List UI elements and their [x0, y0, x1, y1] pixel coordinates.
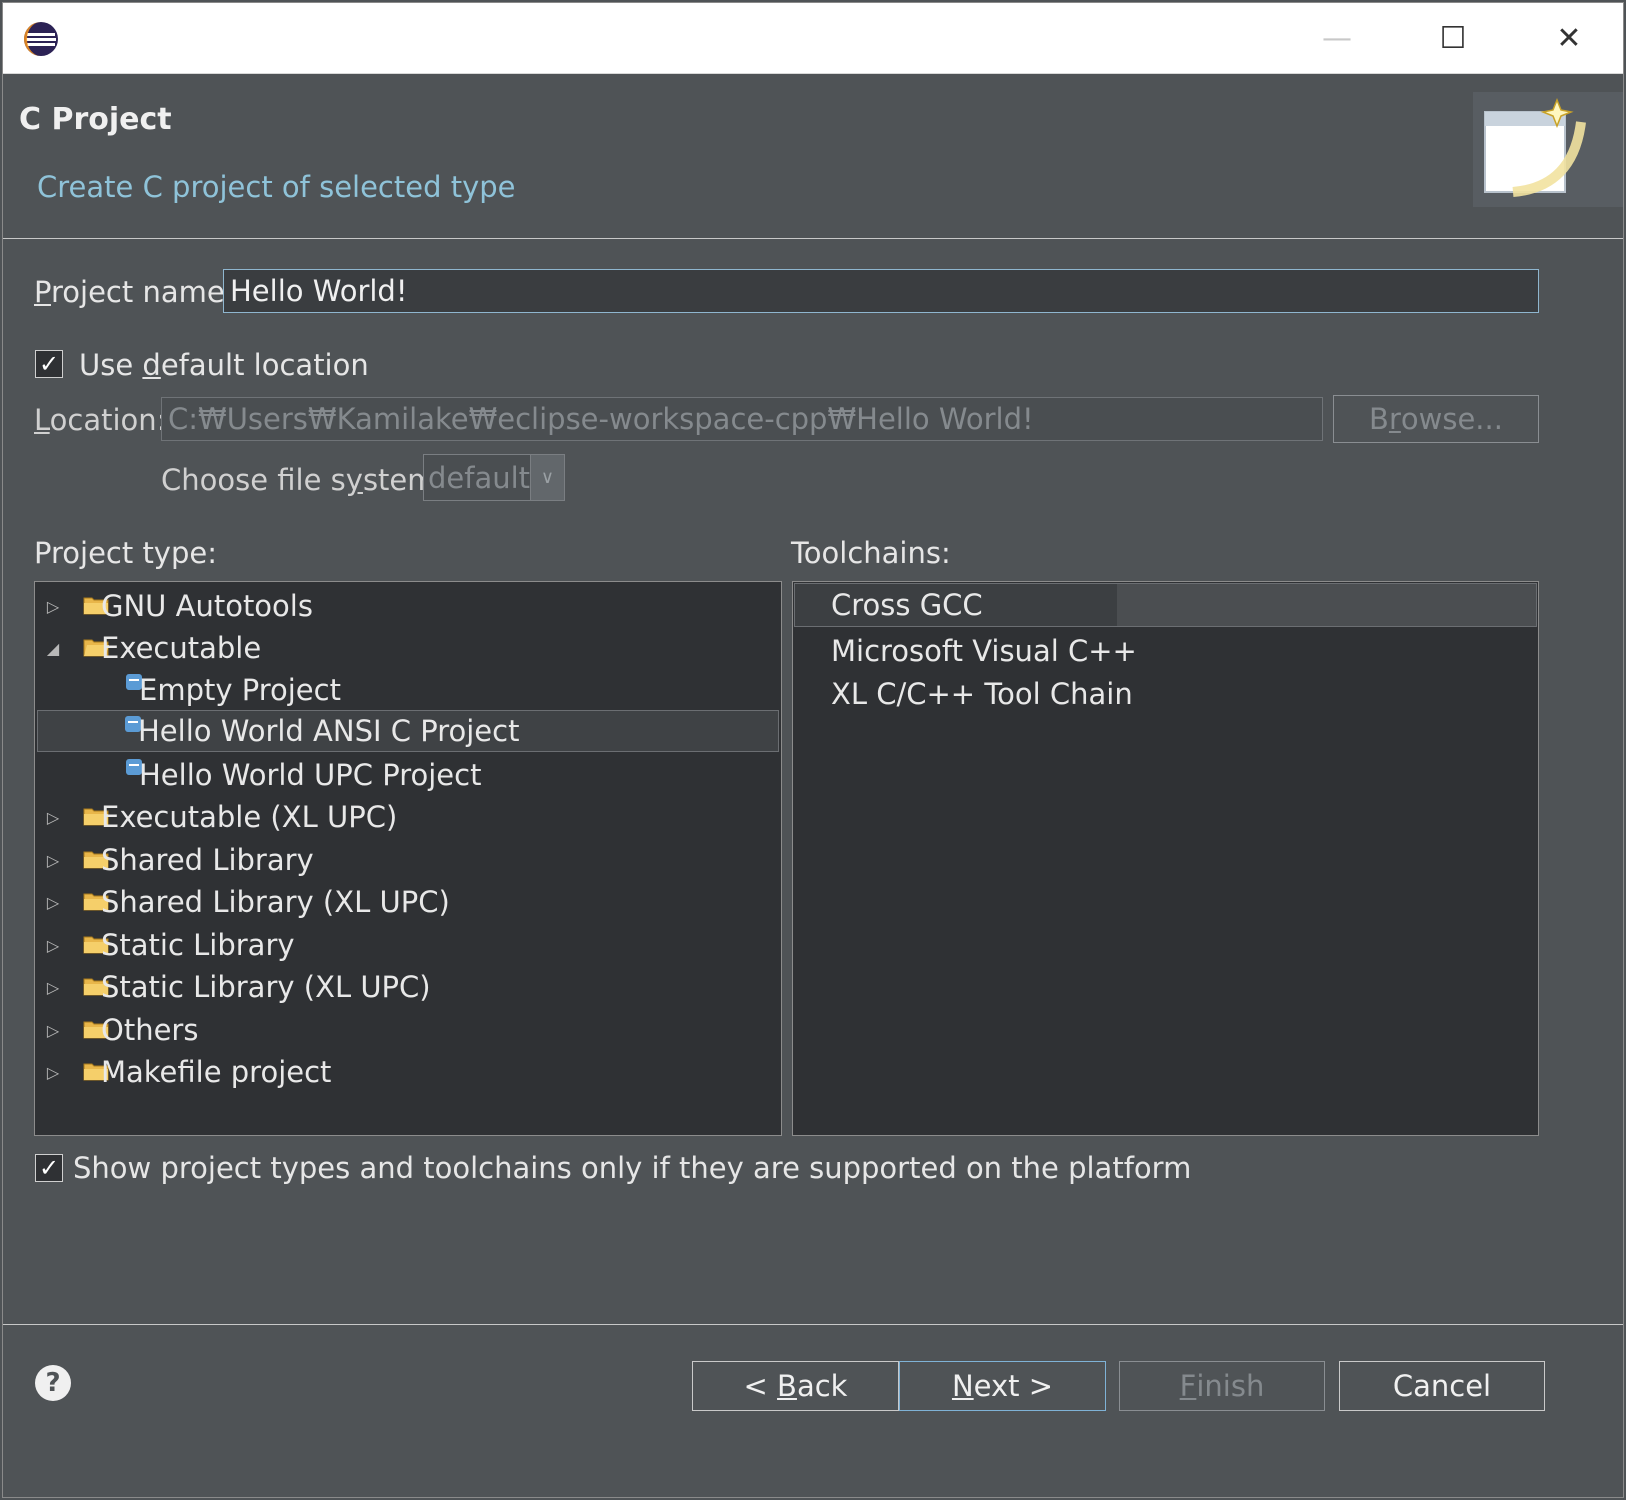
collapse-arrow-icon: ◢ [46, 638, 60, 658]
project-name-value: Hello World! [230, 274, 408, 308]
close-icon: ✕ [1556, 20, 1582, 56]
file-system-label: Choose file system: [161, 463, 446, 497]
expand-arrow-icon: ▷ [46, 807, 60, 827]
project-type-tree[interactable]: ▷ GNU Autotools ◢ Executable Empty Proje… [34, 581, 782, 1136]
use-default-location-label: Use default location [79, 348, 369, 382]
expand-arrow-icon: ▷ [46, 892, 60, 912]
toolchain-item-cross-gcc[interactable]: Cross GCC [794, 583, 1537, 627]
dialog-window: — ☐ ✕ C Project Create C project of sele… [2, 2, 1624, 1498]
tree-item-gnu-autotools[interactable]: ▷ GNU Autotools [35, 585, 781, 627]
wizard-banner-icon [1473, 92, 1623, 207]
wizard-header: C Project Create C project of selected t… [3, 74, 1623, 248]
expand-arrow-icon: ▷ [46, 1020, 60, 1040]
cancel-button[interactable]: Cancel [1339, 1361, 1545, 1411]
file-system-select[interactable]: default ∨ [423, 454, 565, 501]
next-button[interactable]: Next > [899, 1361, 1106, 1411]
eclipse-icon [24, 22, 58, 56]
wizard-title: C Project [19, 102, 172, 137]
tree-item-executable[interactable]: ◢ Executable [35, 627, 781, 669]
checkmark-icon: ✓ [38, 1154, 60, 1182]
expand-arrow-icon: ▷ [46, 850, 60, 870]
expand-arrow-icon: ▷ [46, 596, 60, 616]
project-name-label: Project name: [34, 275, 235, 309]
tree-item-executable-xl-upc[interactable]: ▷ Executable (XL UPC) [35, 796, 781, 838]
wizard-description: Create C project of selected type [37, 170, 516, 204]
close-button[interactable]: ✕ [1511, 3, 1626, 73]
project-name-input[interactable]: Hello World! [223, 269, 1539, 313]
back-button[interactable]: < Back [692, 1361, 899, 1411]
tree-item-makefile-project[interactable]: ▷ Makefile project [35, 1051, 781, 1093]
tree-item-empty-project[interactable]: Empty Project [35, 669, 781, 711]
browse-button[interactable]: Br owse... [1333, 395, 1539, 443]
minimize-button[interactable]: — [1279, 3, 1395, 73]
location-value: C:₩Users₩Kamilake₩eclipse-workspace-cpp₩… [168, 402, 1034, 436]
tree-item-shared-library[interactable]: ▷ Shared Library [35, 839, 781, 881]
minimize-icon: — [1322, 20, 1352, 56]
project-type-label: Project type: [34, 536, 217, 570]
file-system-value: default [428, 460, 531, 495]
toolchains-list[interactable]: Cross GCC Microsoft Visual C++ XL C/C++ … [792, 581, 1539, 1136]
tree-item-hello-world-ansi-c[interactable]: Hello World ANSI C Project [37, 710, 779, 752]
footer-separator [3, 1324, 1623, 1325]
expand-arrow-icon: ▷ [46, 1062, 60, 1082]
expand-arrow-icon: ▷ [46, 935, 60, 955]
show-supported-checkbox[interactable]: ✓ [35, 1154, 63, 1182]
tree-item-static-library-xl-upc[interactable]: ▷ Static Library (XL UPC) [35, 966, 781, 1008]
tree-item-shared-library-xl-upc[interactable]: ▷ Shared Library (XL UPC) [35, 881, 781, 923]
help-icon[interactable]: ? [35, 1365, 71, 1401]
title-bar: — ☐ ✕ [3, 3, 1623, 74]
toolchains-label: Toolchains: [791, 536, 951, 570]
finish-button[interactable]: Finish [1119, 1361, 1325, 1411]
checkmark-icon: ✓ [38, 350, 60, 378]
tree-item-static-library[interactable]: ▷ Static Library [35, 924, 781, 966]
chevron-down-icon: ∨ [530, 455, 564, 500]
maximize-button[interactable]: ☐ [1395, 3, 1511, 73]
toolchain-item-xl[interactable]: XL C/C++ Tool Chain [793, 672, 1538, 716]
location-input[interactable]: C:₩Users₩Kamilake₩eclipse-workspace-cpp₩… [161, 397, 1323, 441]
use-default-location-checkbox[interactable]: ✓ [35, 350, 63, 378]
location-label: Location: [34, 403, 167, 437]
header-separator [3, 238, 1623, 239]
toolchain-item-msvc[interactable]: Microsoft Visual C++ [793, 629, 1538, 673]
tree-item-others[interactable]: ▷ Others [35, 1009, 781, 1051]
show-supported-label: Show project types and toolchains only i… [73, 1151, 1192, 1185]
maximize-icon: ☐ [1439, 20, 1467, 56]
tree-item-hello-world-upc[interactable]: Hello World UPC Project [35, 754, 781, 796]
expand-arrow-icon: ▷ [46, 977, 60, 997]
